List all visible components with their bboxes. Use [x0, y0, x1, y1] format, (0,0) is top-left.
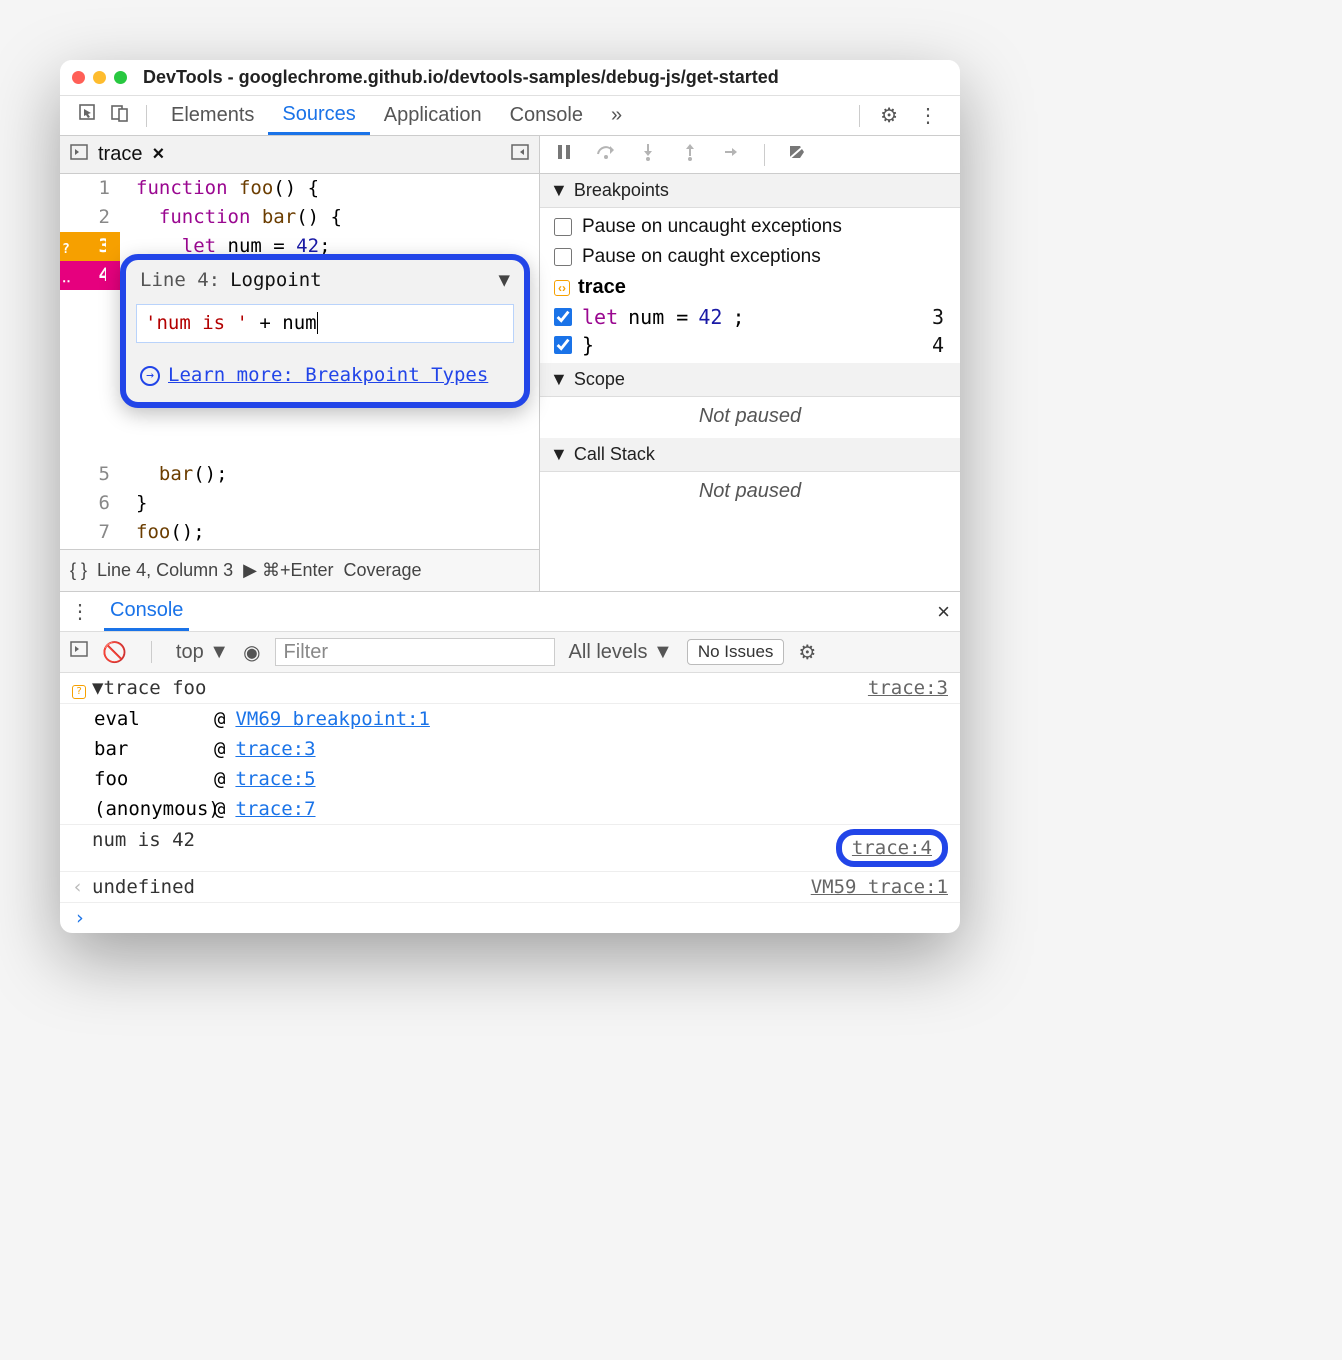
- console-output: ? ▼trace foo trace:3 eval@ VM69 breakpoi…: [60, 673, 960, 933]
- gutter-3-conditional[interactable]: ?3: [60, 232, 120, 261]
- tab-application[interactable]: Application: [370, 96, 496, 135]
- devtools-window: DevTools - googlechrome.github.io/devtoo…: [60, 60, 960, 933]
- callstack-header[interactable]: ▼ Call Stack: [540, 438, 960, 472]
- gutter-2[interactable]: 2: [60, 203, 120, 232]
- log-levels-select[interactable]: All levels ▼: [569, 641, 673, 664]
- run-snippet[interactable]: ▶ ⌘+Enter: [243, 560, 333, 581]
- console-drawer-tab[interactable]: Console: [104, 592, 189, 631]
- console-filter-input[interactable]: Filter: [275, 638, 555, 666]
- undef-source-link[interactable]: VM59 trace:1: [811, 876, 948, 898]
- stack-link[interactable]: trace:3: [235, 734, 315, 764]
- clear-console-icon[interactable]: 🚫: [102, 640, 127, 665]
- step-out-button[interactable]: [680, 142, 700, 168]
- console-sidebar-toggle[interactable]: [70, 640, 88, 664]
- pause-button[interactable]: [554, 142, 574, 168]
- pause-caught-checkbox[interactable]: Pause on caught exceptions: [540, 242, 960, 272]
- live-expression-icon[interactable]: ◉: [243, 640, 260, 665]
- trace-badge-icon: ?: [72, 685, 86, 699]
- minimize-window[interactable]: [93, 71, 106, 84]
- scope-body: Not paused: [540, 397, 960, 438]
- device-icon[interactable]: [104, 103, 136, 128]
- chevron-down-icon[interactable]: ▼: [499, 266, 510, 295]
- close-drawer[interactable]: ×: [937, 599, 950, 625]
- cursor-position: Line 4, Column 3: [97, 560, 233, 581]
- stack-link[interactable]: VM69 breakpoint:1: [235, 704, 429, 734]
- scope-header[interactable]: ▼ Scope: [540, 363, 960, 397]
- stack-link[interactable]: trace:7: [235, 794, 315, 824]
- tab-elements[interactable]: Elements: [157, 96, 268, 135]
- titlebar: DevTools - googlechrome.github.io/devtoo…: [60, 60, 960, 96]
- popup-line-label: Line 4:: [140, 266, 220, 295]
- tab-more[interactable]: »: [597, 96, 636, 135]
- gutter-4-logpoint[interactable]: ‥4: [60, 261, 120, 290]
- gutter-7[interactable]: 7: [60, 518, 120, 547]
- breakpoint-editor-popup: Line 4: Logpoint ▼ 'num is ' + num → Lea…: [120, 254, 530, 408]
- gutter-1[interactable]: 1: [60, 174, 120, 203]
- pretty-print-button[interactable]: { }: [70, 560, 87, 581]
- breakpoint-file[interactable]: ‹›trace: [540, 272, 960, 303]
- console-prompt[interactable]: ›: [60, 903, 960, 933]
- window-title: DevTools - googlechrome.github.io/devtoo…: [143, 67, 779, 88]
- learn-more-link[interactable]: Learn more: Breakpoint Types: [168, 361, 488, 390]
- step-into-button[interactable]: [638, 142, 658, 168]
- breakpoint-line-4[interactable]: }4: [540, 331, 960, 359]
- arrow-circle-icon: →: [140, 366, 160, 386]
- pause-uncaught-checkbox[interactable]: Pause on uncaught exceptions: [540, 212, 960, 242]
- inspect-icon[interactable]: [72, 103, 104, 128]
- logpoint-expression-input[interactable]: 'num is ' + num: [136, 304, 514, 343]
- console-toolbar: 🚫 top ▼ ◉ Filter All levels ▼ No Issues …: [60, 631, 960, 673]
- tab-sources[interactable]: Sources: [268, 96, 369, 135]
- breakpoint-line-3[interactable]: let num = 42;3: [540, 303, 960, 331]
- trace-source-link[interactable]: trace:3: [868, 677, 948, 699]
- code-editor[interactable]: 1function foo() { 2 function bar() { ?3 …: [60, 174, 539, 549]
- gutter-6[interactable]: 6: [60, 489, 120, 518]
- drawer-menu-icon[interactable]: ⋮: [70, 599, 90, 624]
- gutter-5[interactable]: 5: [60, 460, 120, 489]
- log-message: num is 42: [92, 829, 836, 851]
- context-selector[interactable]: top ▼: [176, 641, 229, 664]
- highlighted-source-link[interactable]: trace:4: [836, 829, 948, 867]
- stack-link[interactable]: trace:5: [235, 764, 315, 794]
- debugger-toggle-icon[interactable]: [511, 143, 529, 167]
- debugger-toolbar: [540, 136, 960, 174]
- source-header: trace ×: [60, 136, 539, 174]
- breakpoint-type-select[interactable]: Logpoint: [230, 266, 488, 295]
- deactivate-breakpoints-button[interactable]: [787, 142, 807, 168]
- issues-button[interactable]: No Issues: [687, 639, 785, 665]
- step-over-button[interactable]: [596, 142, 616, 168]
- close-window[interactable]: [72, 71, 85, 84]
- kebab-icon[interactable]: ⋮: [908, 103, 948, 128]
- console-settings-icon[interactable]: ⚙: [798, 640, 816, 665]
- console-drawer-tabs: ⋮ Console ×: [60, 591, 960, 631]
- step-button[interactable]: [722, 142, 742, 168]
- undefined-return: undefined: [92, 876, 811, 898]
- settings-icon[interactable]: ⚙: [870, 103, 908, 128]
- callstack-body: Not paused: [540, 472, 960, 513]
- breakpoints-header[interactable]: ▼ Breakpoints: [540, 174, 960, 208]
- navigator-toggle-icon[interactable]: [70, 143, 88, 167]
- stack-trace: eval@ VM69 breakpoint:1 bar@ trace:3 foo…: [60, 704, 960, 824]
- tab-console[interactable]: Console: [496, 96, 597, 135]
- traffic-lights: [72, 71, 127, 84]
- source-tab-name[interactable]: trace: [98, 143, 142, 166]
- zoom-window[interactable]: [114, 71, 127, 84]
- close-source-tab[interactable]: ×: [152, 143, 164, 166]
- source-footer: { } Line 4, Column 3 ▶ ⌘+Enter Coverage: [60, 549, 539, 591]
- main-tabs: Elements Sources Application Console » ⚙…: [60, 96, 960, 136]
- coverage-tab[interactable]: Coverage: [344, 560, 422, 581]
